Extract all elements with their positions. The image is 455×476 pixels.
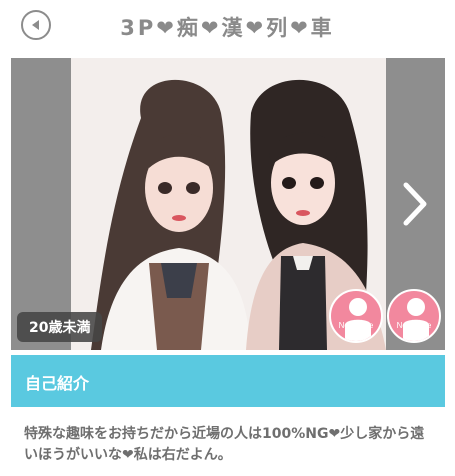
intro-text: 特殊な趣味をお持ちだから近場の人は100%NG❤少し家から遠いほうがいいな❤私は… — [24, 426, 425, 463]
photo-slider[interactable]: 20歳未満 No Image No Image — [11, 58, 445, 350]
back-button[interactable] — [21, 10, 51, 40]
thumbnail-no-image-1[interactable]: No Image — [329, 289, 383, 343]
self-intro-header: 自己紹介 — [11, 355, 445, 407]
thumbnail-label: No Image — [338, 321, 374, 330]
section-title: 自己紹介 — [25, 374, 90, 393]
chevron-left-circle-icon — [32, 20, 39, 30]
chevron-right-icon — [403, 182, 427, 226]
page-title: 3P❤痴❤漢❤列❤車 — [120, 16, 335, 40]
header-bar: 3P❤痴❤漢❤列❤車 — [0, 0, 455, 52]
thumbnail-no-image-2[interactable]: No Image — [387, 289, 441, 343]
thumbnail-label: No Image — [396, 321, 432, 330]
age-badge: 20歳未満 — [17, 312, 103, 342]
